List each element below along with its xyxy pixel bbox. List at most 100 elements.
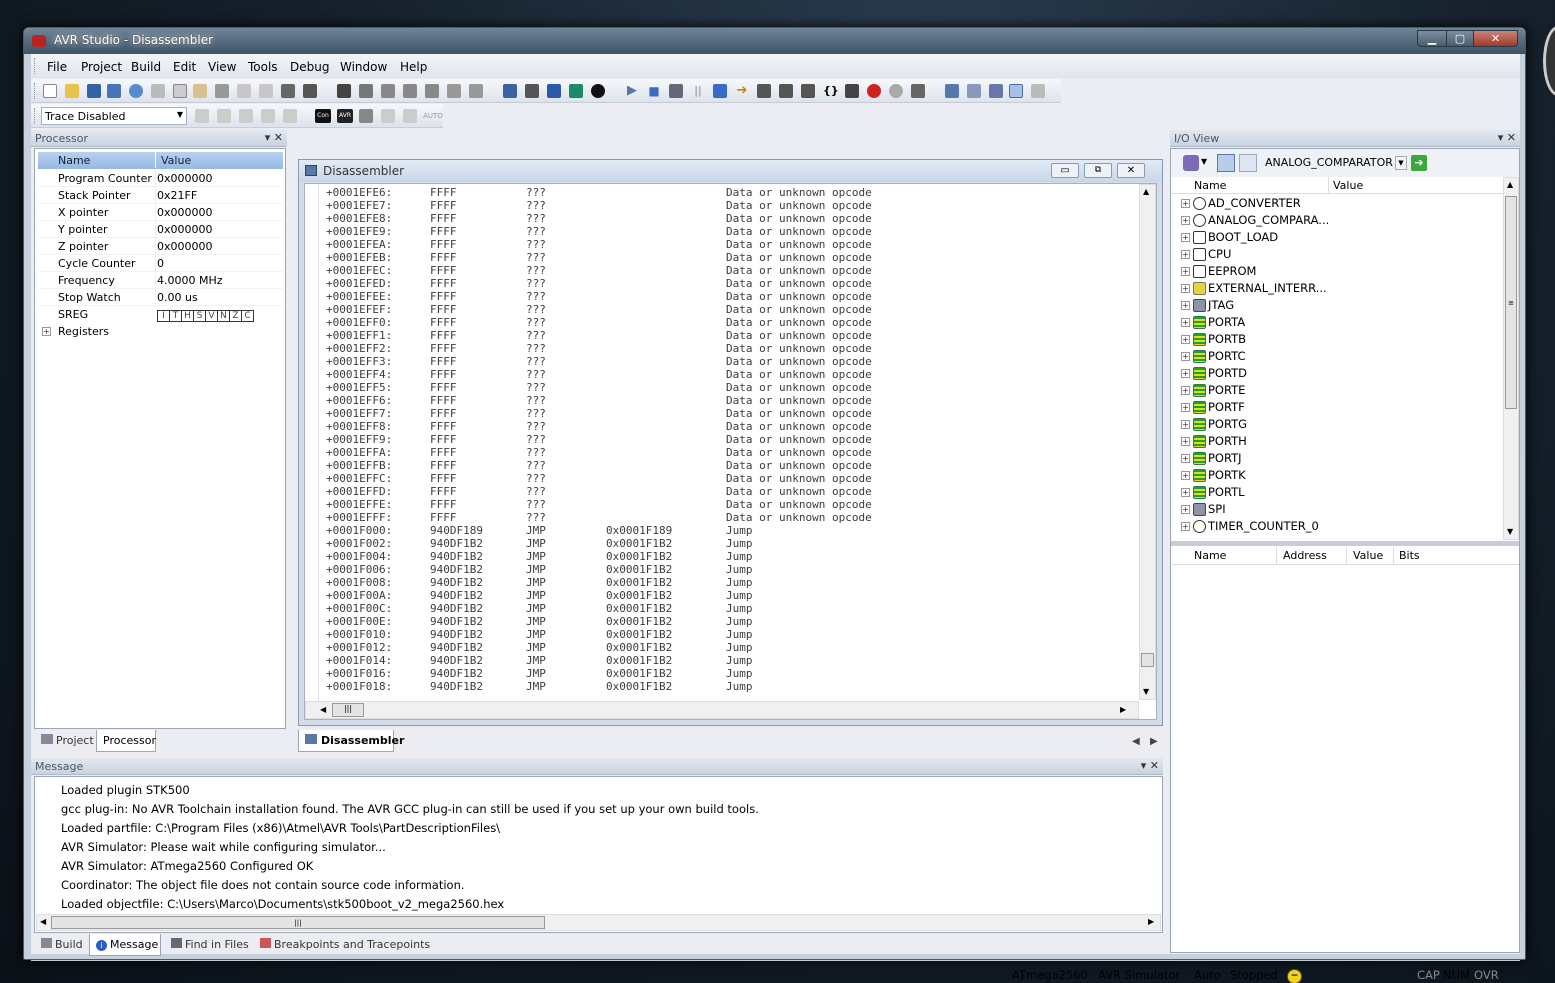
mdi-minimize-button[interactable]: ▭ — [1051, 163, 1079, 178]
save-all-icon[interactable] — [107, 84, 121, 98]
tab-breakpoints[interactable]: Breakpoints and Tracepoints — [254, 934, 430, 956]
scroll-right-icon[interactable]: ▶ — [1120, 705, 1126, 714]
tab-build[interactable]: Build — [35, 934, 87, 956]
con-icon[interactable]: Con — [315, 109, 331, 123]
wand-dropdown-icon[interactable]: ▼ — [1201, 157, 1207, 166]
step-out-icon[interactable] — [801, 84, 815, 98]
menu-project[interactable]: Project — [81, 60, 122, 74]
io-tree-item[interactable]: + JTAG — [1181, 298, 1234, 315]
maximize-button[interactable]: ▢ — [1446, 30, 1474, 47]
reload-icon[interactable] — [129, 84, 143, 98]
trace-filter-icon[interactable] — [217, 109, 231, 123]
io-tree-item[interactable]: + PORTH — [1181, 434, 1247, 451]
io-scroll-down-icon[interactable]: ▼ — [1507, 527, 1513, 536]
panel-close-icon[interactable]: ▾ ✕ — [265, 131, 283, 144]
msg-scroll-right-icon[interactable]: ▶ — [1148, 917, 1154, 926]
step-arrow-icon[interactable]: ➔ — [735, 84, 749, 98]
io-tree-item[interactable]: + PORTK — [1181, 468, 1246, 485]
detail-col-bits[interactable]: Bits — [1399, 549, 1420, 562]
menu-build[interactable]: Build — [131, 60, 161, 74]
processor-row-value[interactable]: 0x000000 — [157, 223, 213, 236]
col-value[interactable]: Value — [161, 154, 191, 167]
debug-icon[interactable] — [591, 84, 605, 98]
expand-icon[interactable]: + — [1181, 284, 1190, 293]
open-folder-icon[interactable] — [65, 84, 79, 98]
expand-icon[interactable]: + — [1181, 403, 1190, 412]
message-line[interactable]: Coordinator: The object file does not co… — [61, 878, 465, 892]
bookmark-icon[interactable] — [359, 84, 373, 98]
processor-row[interactable]: Stop Watch 0.00 us — [38, 289, 283, 306]
register-icon[interactable] — [989, 84, 1003, 98]
prev-bookmark-icon[interactable] — [403, 84, 417, 98]
next-bookmark-icon[interactable] — [381, 84, 395, 98]
undo-icon[interactable] — [237, 84, 251, 98]
io-module-select[interactable]: ANALOG_COMPARATOR ▼ — [1261, 154, 1409, 172]
watch-icon[interactable] — [945, 84, 959, 98]
message-line[interactable]: AVR Simulator: ATmega2560 Configured OK — [61, 859, 313, 873]
expand-icon[interactable]: + — [1181, 233, 1190, 242]
stop-icon[interactable]: ■ — [647, 84, 661, 98]
io-tree-item[interactable]: + CPU — [1181, 247, 1231, 264]
mdi-close-button[interactable]: ✕ — [1117, 163, 1145, 178]
processor-row-value[interactable]: 4.0000 MHz — [157, 274, 223, 287]
go-arrow-icon[interactable]: ➔ — [1411, 155, 1427, 171]
vertical-scrollbar[interactable]: ▲ ▼ — [1139, 184, 1156, 700]
io-col-name[interactable]: Name — [1194, 179, 1226, 192]
hscroll-thumb[interactable]: ||| — [332, 703, 364, 717]
copy-icon[interactable] — [173, 84, 187, 98]
quickwatch-icon[interactable] — [911, 84, 925, 98]
processor-row-value[interactable]: 0x000000 — [157, 240, 213, 253]
processor-row[interactable]: X pointer 0x000000 — [38, 204, 283, 221]
toolbar-grip[interactable] — [34, 83, 37, 99]
tab-message[interactable]: i Message — [89, 934, 161, 956]
expand-icon[interactable]: + — [1181, 522, 1190, 531]
chip-icon[interactable] — [547, 84, 561, 98]
message-line[interactable]: Loaded objectfile: C:\Users\Marco\Docume… — [61, 897, 504, 911]
expand-icon[interactable]: + — [1181, 199, 1190, 208]
expand-icon[interactable]: + — [1181, 318, 1190, 327]
io-col-value[interactable]: Value — [1333, 179, 1363, 192]
close-button[interactable]: ✕ — [1473, 30, 1518, 47]
expand-icon[interactable]: + — [1181, 352, 1190, 361]
processor-view-icon[interactable] — [1031, 84, 1045, 98]
auto-icon[interactable]: AUTO — [423, 109, 443, 123]
tab-find-in-files[interactable]: Find in Files — [165, 934, 251, 956]
io-vscroll-thumb[interactable]: ≡ — [1505, 196, 1517, 409]
message-hscrollbar[interactable]: ◀ ||| ▶ — [36, 914, 1161, 931]
pause-icon[interactable]: || — [691, 84, 705, 98]
avr-icon[interactable]: AVR — [337, 109, 353, 123]
processor-row-value[interactable]: 0x000000 — [157, 206, 213, 219]
chip-gray-icon[interactable] — [359, 109, 373, 123]
expand-icon[interactable]: + — [1181, 369, 1190, 378]
detail-col-address[interactable]: Address — [1283, 549, 1327, 562]
io-tree-item[interactable]: + PORTB — [1181, 332, 1246, 349]
registers-row[interactable]: + Registers — [38, 323, 283, 340]
tab-disassembler[interactable]: Disassembler — [298, 730, 404, 752]
toolbar2-grip[interactable] — [34, 108, 37, 124]
menu-file[interactable]: File — [47, 60, 67, 74]
msg-scroll-left-icon[interactable]: ◀ — [40, 917, 46, 926]
tree-view-icon[interactable] — [1217, 154, 1235, 172]
io-tree-item[interactable]: + EEPROM — [1181, 264, 1256, 281]
build-icon[interactable] — [503, 84, 517, 98]
processor-row-value[interactable]: 0x21FF — [157, 189, 197, 202]
io-tree-item[interactable]: + PORTA — [1181, 315, 1245, 332]
message-close-icon[interactable]: ▾ ✕ — [1141, 759, 1159, 772]
expand-icon[interactable]: + — [1181, 216, 1190, 225]
disassembler-content[interactable]: +0001EFE6: FFFF??? Data or unknown opcode +… — [304, 183, 1157, 720]
find-in-files-icon[interactable] — [303, 84, 317, 98]
menu-edit[interactable]: Edit — [173, 60, 196, 74]
wand-icon[interactable] — [1183, 155, 1199, 171]
save-icon[interactable] — [87, 84, 101, 98]
processor-row[interactable]: Program Counter 0x000000 — [38, 170, 283, 187]
expand-icon[interactable]: + — [1181, 420, 1190, 429]
io-view-close-icon[interactable]: ▾ ✕ — [1498, 131, 1516, 144]
indent-icon[interactable] — [447, 84, 461, 98]
title-bar[interactable]: AVR Studio - Disassembler ▁ ▢ ✕ — [24, 28, 1525, 54]
sreg-flag-checkbox[interactable]: C — [241, 310, 254, 322]
processor-row[interactable]: Y pointer 0x000000 — [38, 221, 283, 238]
breakpoint-icon[interactable] — [867, 84, 881, 98]
expand-icon[interactable]: + — [1181, 471, 1190, 480]
message-line[interactable]: AVR Simulator: Please wait while configu… — [61, 840, 386, 854]
scroll-down-icon[interactable]: ▼ — [1143, 687, 1149, 696]
